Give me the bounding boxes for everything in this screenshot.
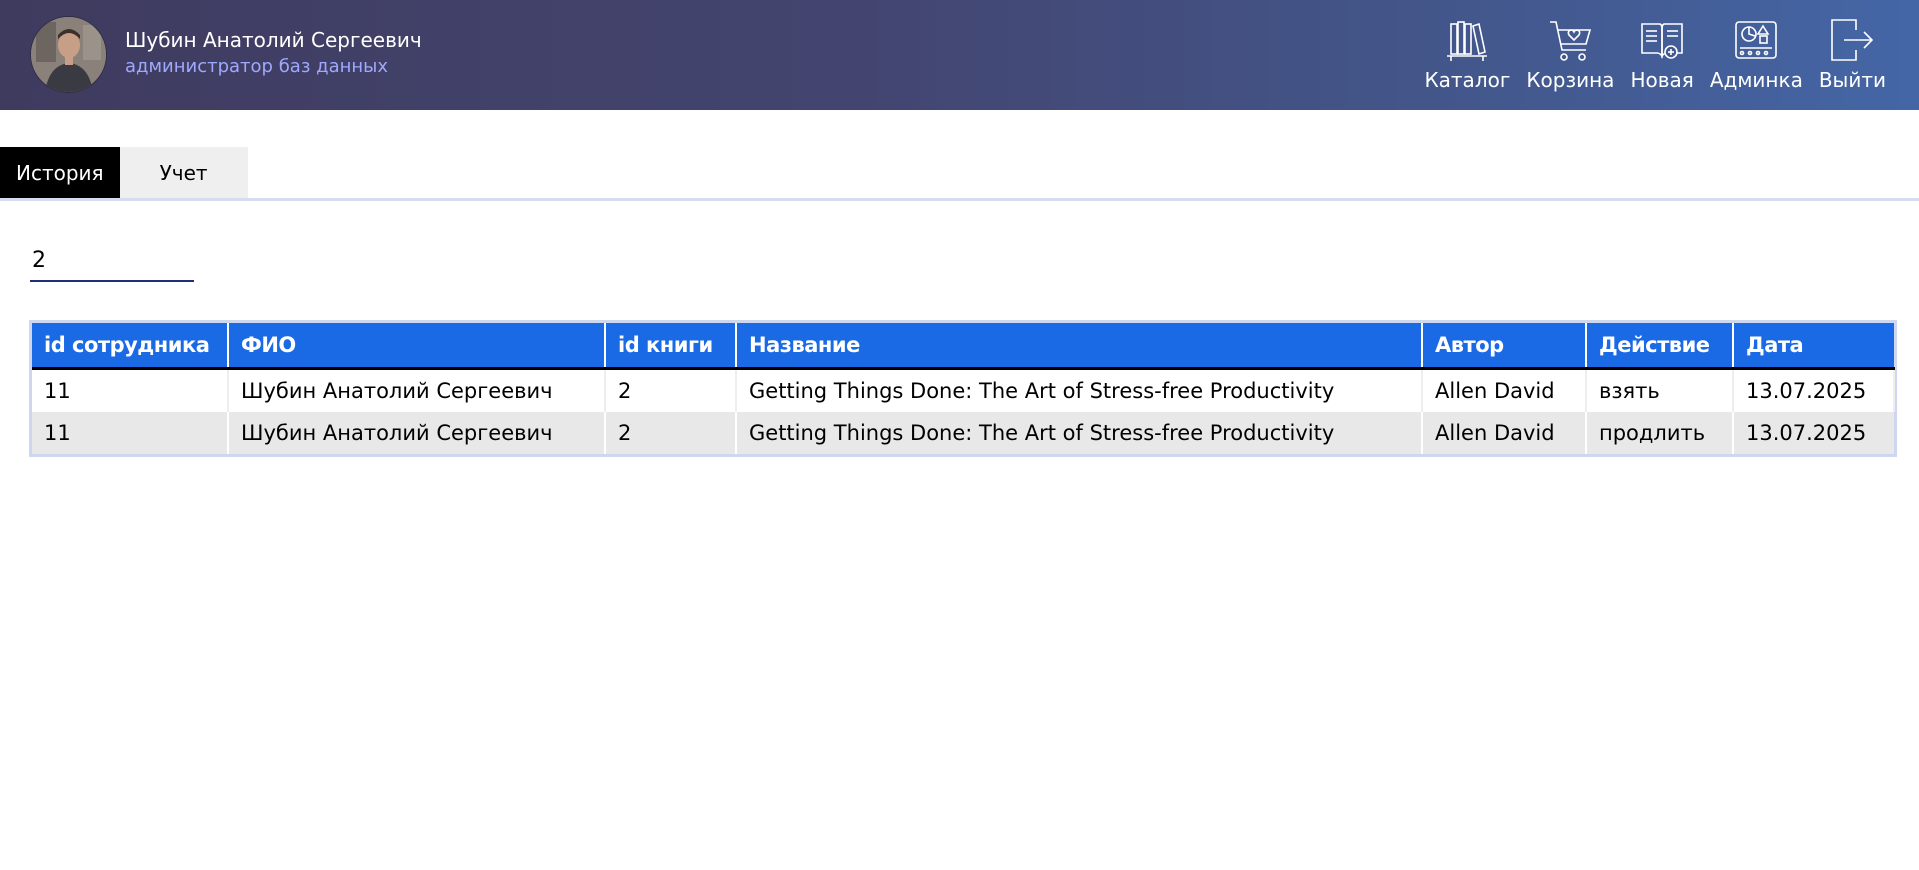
app-header: Шубин Анатолий Сергеевич администратор б… [0, 0, 1919, 110]
top-nav: Каталог Корзина Новая Админка Выйти [1421, 12, 1889, 92]
column-header-full-name[interactable]: ФИО [228, 323, 606, 370]
tab-bar: История Учет [0, 147, 248, 199]
cell-full-name: Шубин Анатолий Сергеевич [228, 368, 606, 412]
admin-dashboard-icon [1732, 16, 1780, 64]
tab-history[interactable]: История [0, 147, 120, 199]
cell-action: продлить [1586, 412, 1734, 454]
cell-book-id: 2 [605, 368, 737, 412]
logout-icon [1828, 16, 1876, 64]
table-row[interactable]: 11 Шубин Анатолий Сергеевич 2 Getting Th… [32, 368, 1895, 412]
history-table: id сотрудника ФИО id книги Название Авто… [29, 320, 1897, 457]
column-header-author[interactable]: Автор [1422, 323, 1587, 370]
column-header-title[interactable]: Название [736, 323, 1423, 370]
table-row[interactable]: 11 Шубин Анатолий Сергеевич 2 Getting Th… [32, 412, 1894, 454]
cell-author: Allen David [1422, 412, 1587, 454]
nav-logout[interactable]: Выйти [1816, 16, 1889, 92]
cell-book-id: 2 [605, 412, 737, 454]
column-header-employee-id[interactable]: id сотрудника [32, 323, 229, 370]
cell-date: 13.07.2025 [1733, 412, 1894, 454]
nav-catalog[interactable]: Каталог [1421, 16, 1513, 92]
cell-date: 13.07.2025 [1733, 368, 1895, 412]
cell-author: Allen David [1422, 368, 1587, 412]
books-icon [1443, 16, 1491, 64]
nav-label: Админка [1709, 68, 1803, 92]
cell-action: взять [1586, 368, 1734, 412]
nav-label: Корзина [1526, 68, 1615, 92]
search-input[interactable] [30, 240, 194, 282]
user-avatar[interactable] [30, 16, 107, 93]
nav-admin[interactable]: Админка [1707, 16, 1806, 92]
nav-cart[interactable]: Корзина [1523, 16, 1617, 92]
cell-full-name: Шубин Анатолий Сергеевич [228, 412, 606, 454]
column-header-action[interactable]: Действие [1586, 323, 1734, 370]
nav-label: Каталог [1424, 68, 1511, 92]
nav-label: Новая [1630, 68, 1694, 92]
column-header-book-id[interactable]: id книги [605, 323, 737, 370]
cell-title: Getting Things Done: The Art of Stress-f… [736, 412, 1423, 454]
nav-new[interactable]: Новая [1627, 16, 1696, 92]
cell-employee-id: 11 [32, 368, 229, 412]
table-header-row: id сотрудника ФИО id книги Название Авто… [32, 323, 1894, 370]
cell-employee-id: 11 [32, 412, 229, 454]
new-book-icon [1638, 16, 1686, 64]
nav-label: Выйти [1818, 68, 1886, 92]
cart-heart-icon [1546, 16, 1594, 64]
column-header-date[interactable]: Дата [1733, 323, 1894, 370]
user-role: администратор баз данных [125, 56, 389, 77]
user-name: Шубин Анатолий Сергеевич [125, 28, 422, 52]
cell-title: Getting Things Done: The Art of Stress-f… [736, 368, 1423, 412]
tab-underline [0, 198, 1919, 201]
tab-accounting[interactable]: Учет [119, 147, 248, 199]
